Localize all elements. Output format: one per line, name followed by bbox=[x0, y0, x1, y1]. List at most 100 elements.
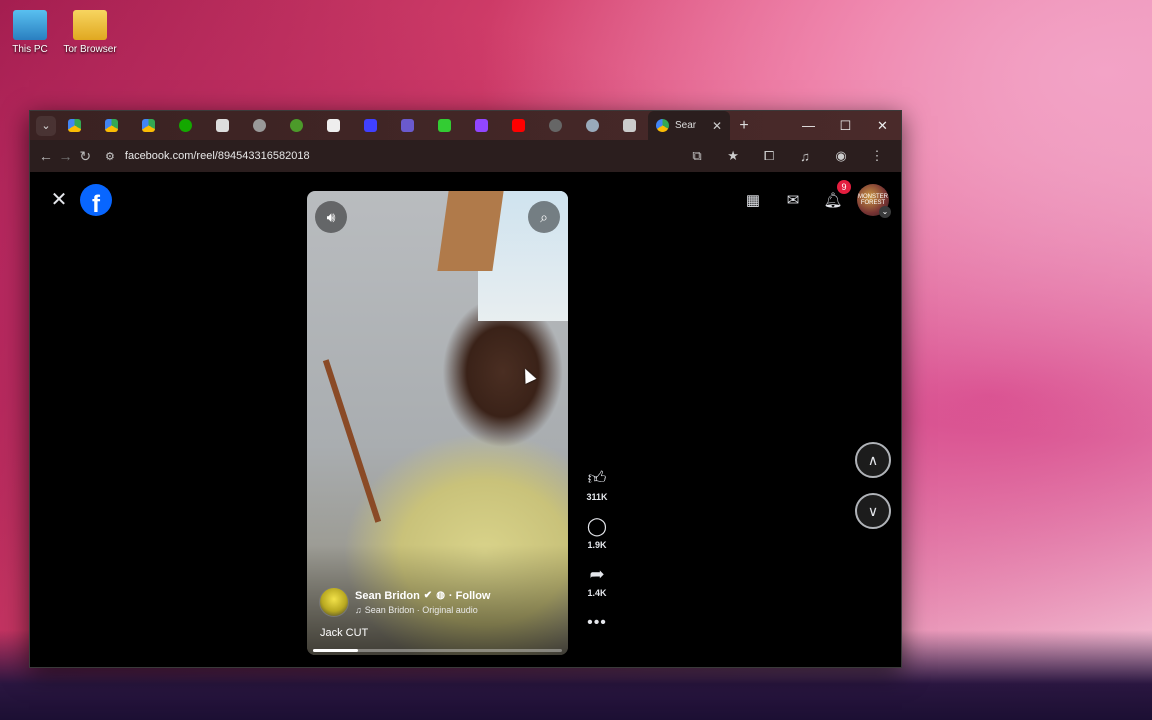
reel-actions: 👍︎ 311K ◯ 1.9K ➦ 1.4K ••• bbox=[582, 466, 612, 632]
video-roof bbox=[437, 191, 504, 271]
tab[interactable] bbox=[500, 111, 537, 140]
loading-icon bbox=[549, 119, 562, 132]
verified-icon: ✔ bbox=[423, 590, 433, 601]
tab[interactable] bbox=[130, 111, 167, 140]
account-avatar[interactable]: MONSTER FOREST ⌄ bbox=[857, 184, 891, 218]
author-avatar[interactable] bbox=[319, 587, 349, 617]
bell-icon: 🔔︎ bbox=[823, 192, 843, 209]
tab[interactable] bbox=[278, 111, 315, 140]
tab[interactable] bbox=[463, 111, 500, 140]
next-reel-button[interactable]: ∨ bbox=[855, 493, 891, 529]
desktop-icon-label: This PC bbox=[12, 44, 48, 55]
search-icon[interactable]: ⌕ bbox=[528, 201, 560, 233]
search-tab-icon bbox=[586, 119, 599, 132]
drive-icon bbox=[142, 119, 155, 132]
new-tab-button[interactable]: + bbox=[730, 117, 758, 135]
desktop-icon-tor-browser[interactable]: Tor Browser bbox=[60, 10, 120, 55]
drive-icon bbox=[105, 119, 118, 132]
tab[interactable] bbox=[315, 111, 352, 140]
profile-icon[interactable]: ◉ bbox=[825, 143, 857, 169]
tab-audio[interactable] bbox=[611, 111, 648, 140]
menu-grid-icon[interactable]: ▦ bbox=[737, 184, 769, 216]
twitch-icon bbox=[475, 119, 488, 132]
address-bar[interactable]: ⚙ facebook.com/reel/894543316582018 bbox=[97, 143, 677, 169]
back-button[interactable]: ← bbox=[38, 143, 54, 169]
url-text[interactable]: facebook.com/reel/894543316582018 bbox=[125, 150, 310, 162]
drive-icon bbox=[68, 119, 81, 132]
more-options-button[interactable]: ••• bbox=[587, 614, 607, 632]
tab-search-button[interactable]: ⌄ bbox=[36, 115, 56, 136]
tab-close-icon[interactable]: ✕ bbox=[712, 119, 722, 133]
messenger-icon[interactable]: ✉ bbox=[777, 184, 809, 216]
comment-action[interactable]: ◯ 1.9K bbox=[585, 514, 609, 551]
st-icon bbox=[216, 119, 229, 132]
folder-icon bbox=[73, 10, 107, 40]
avatar-text: MONSTER FOREST bbox=[858, 194, 888, 206]
facebook-logo-letter: f bbox=[92, 191, 100, 216]
share-action[interactable]: ➦ 1.4K bbox=[585, 562, 609, 599]
audio-label: Sean Bridon · Original audio bbox=[364, 604, 478, 615]
tab[interactable] bbox=[389, 111, 426, 140]
menu-icon[interactable]: ⋮ bbox=[861, 143, 893, 169]
drive-icon bbox=[656, 119, 669, 132]
desktop-icon-this-pc[interactable]: This PC bbox=[0, 10, 60, 55]
facebook-logo[interactable]: f bbox=[80, 184, 112, 216]
volume-icon[interactable]: 🔊︎ bbox=[315, 201, 347, 233]
share-icon: ➦ bbox=[589, 563, 605, 584]
like-count: 311K bbox=[586, 492, 608, 502]
reel-navigation: ∧ ∨ bbox=[855, 442, 891, 529]
tab-strip: ⌄ Sear ✕ + — ☐ ✕ bbox=[30, 111, 901, 140]
cast-icon[interactable]: ⧉ bbox=[681, 143, 713, 169]
comment-icon: ◯ bbox=[586, 515, 608, 536]
close-window-button[interactable]: ✕ bbox=[864, 111, 901, 140]
like-action[interactable]: 👍︎ 311K bbox=[585, 466, 609, 502]
tab[interactable] bbox=[426, 111, 463, 140]
tab[interactable] bbox=[352, 111, 389, 140]
tab[interactable] bbox=[241, 111, 278, 140]
music-note-icon: ♫ bbox=[355, 604, 362, 615]
tab[interactable] bbox=[537, 111, 574, 140]
tab[interactable] bbox=[574, 111, 611, 140]
browser-window: ⌄ Sear ✕ + — ☐ ✕ ← → ↻ ⚙ facebook.com/re… bbox=[29, 110, 902, 668]
comment-count: 1.9K bbox=[587, 540, 607, 550]
app-icon bbox=[401, 119, 414, 132]
desktop-icon-label: Tor Browser bbox=[63, 44, 117, 55]
previous-reel-button[interactable]: ∧ bbox=[855, 442, 891, 478]
follow-button[interactable]: · Follow bbox=[449, 590, 491, 602]
upwork-icon bbox=[179, 119, 192, 132]
speaker-icon bbox=[623, 119, 636, 132]
close-reel-button[interactable]: ✕ bbox=[44, 184, 74, 214]
author-row: Sean Bridon ✔ ◍ · Follow bbox=[355, 590, 490, 602]
extensions-icon[interactable]: ⧠ bbox=[753, 143, 785, 169]
reload-button[interactable]: ↻ bbox=[77, 143, 93, 169]
monitor-icon bbox=[13, 10, 47, 40]
tab[interactable] bbox=[93, 111, 130, 140]
kick-icon bbox=[438, 119, 451, 132]
bookmark-star-icon[interactable]: ★ bbox=[717, 143, 749, 169]
tab[interactable] bbox=[167, 111, 204, 140]
audio-row[interactable]: ♫ Sean Bridon · Original audio bbox=[355, 605, 490, 615]
app-icon bbox=[364, 119, 377, 132]
video-progress-fill bbox=[313, 649, 358, 652]
reel-video[interactable]: 🔊︎ ⌕ Sean Bridon ✔ ◍ · Follow ♫ Sean Bri… bbox=[307, 191, 568, 655]
tab[interactable] bbox=[204, 111, 241, 140]
share-count: 1.4K bbox=[587, 588, 607, 598]
media-controls-icon[interactable]: ♫ bbox=[789, 143, 821, 169]
reel-author: Sean Bridon ✔ ◍ · Follow ♫ Sean Bridon ·… bbox=[319, 587, 490, 617]
video-progress-bar[interactable] bbox=[313, 649, 562, 652]
tab-active[interactable]: Sear ✕ bbox=[648, 111, 730, 140]
youtube-icon bbox=[512, 119, 525, 132]
chevron-up-icon: ∧ bbox=[867, 451, 879, 468]
leaf-icon bbox=[290, 119, 303, 132]
minimize-button[interactable]: — bbox=[790, 111, 827, 140]
toolbar-actions: ⧉ ★ ⧠ ♫ ◉ ⋮ bbox=[681, 143, 893, 169]
maximize-button[interactable]: ☐ bbox=[827, 111, 864, 140]
tab[interactable] bbox=[56, 111, 93, 140]
forward-button[interactable]: → bbox=[58, 143, 74, 169]
notifications-button[interactable]: 🔔︎ 9 bbox=[817, 180, 851, 216]
chevron-down-icon: ∨ bbox=[867, 502, 879, 519]
header-actions: ▦ ✉ 🔔︎ 9 MONSTER FOREST ⌄ bbox=[737, 180, 891, 218]
site-settings-icon[interactable]: ⚙ bbox=[105, 150, 115, 163]
author-name[interactable]: Sean Bridon bbox=[355, 590, 420, 602]
globe-icon bbox=[253, 119, 266, 132]
